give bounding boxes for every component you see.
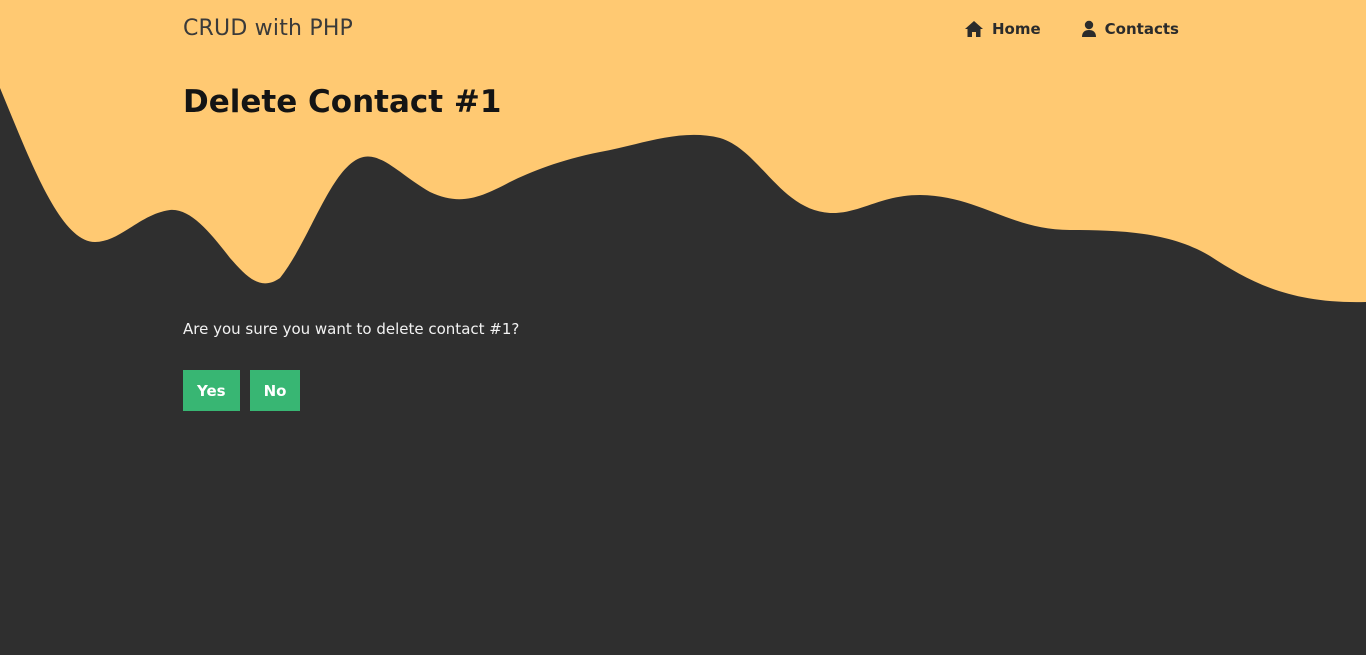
nav-links: Home Contacts <box>964 20 1179 38</box>
confirmation-actions: Yes No <box>183 370 301 411</box>
brand-title: CRUD with PHP <box>183 16 354 41</box>
delete-confirmation-message: Are you sure you want to delete contact … <box>183 320 520 338</box>
nav-home-label: Home <box>992 20 1041 38</box>
page: CRUD with PHP Home Contacts Delete Conta… <box>0 0 1366 655</box>
home-icon <box>965 21 983 37</box>
page-title: Delete Contact #1 <box>183 84 502 120</box>
nav-contacts-link[interactable]: Contacts <box>1081 20 1179 38</box>
no-button[interactable]: No <box>249 370 301 411</box>
yes-button[interactable]: Yes <box>183 370 240 411</box>
top-navbar: CRUD with PHP Home Contacts <box>0 0 1366 62</box>
user-icon <box>1081 20 1096 37</box>
nav-contacts-label: Contacts <box>1104 20 1179 38</box>
page-header: Delete Contact #1 <box>183 84 501 120</box>
nav-home-link[interactable]: Home <box>964 20 1041 38</box>
